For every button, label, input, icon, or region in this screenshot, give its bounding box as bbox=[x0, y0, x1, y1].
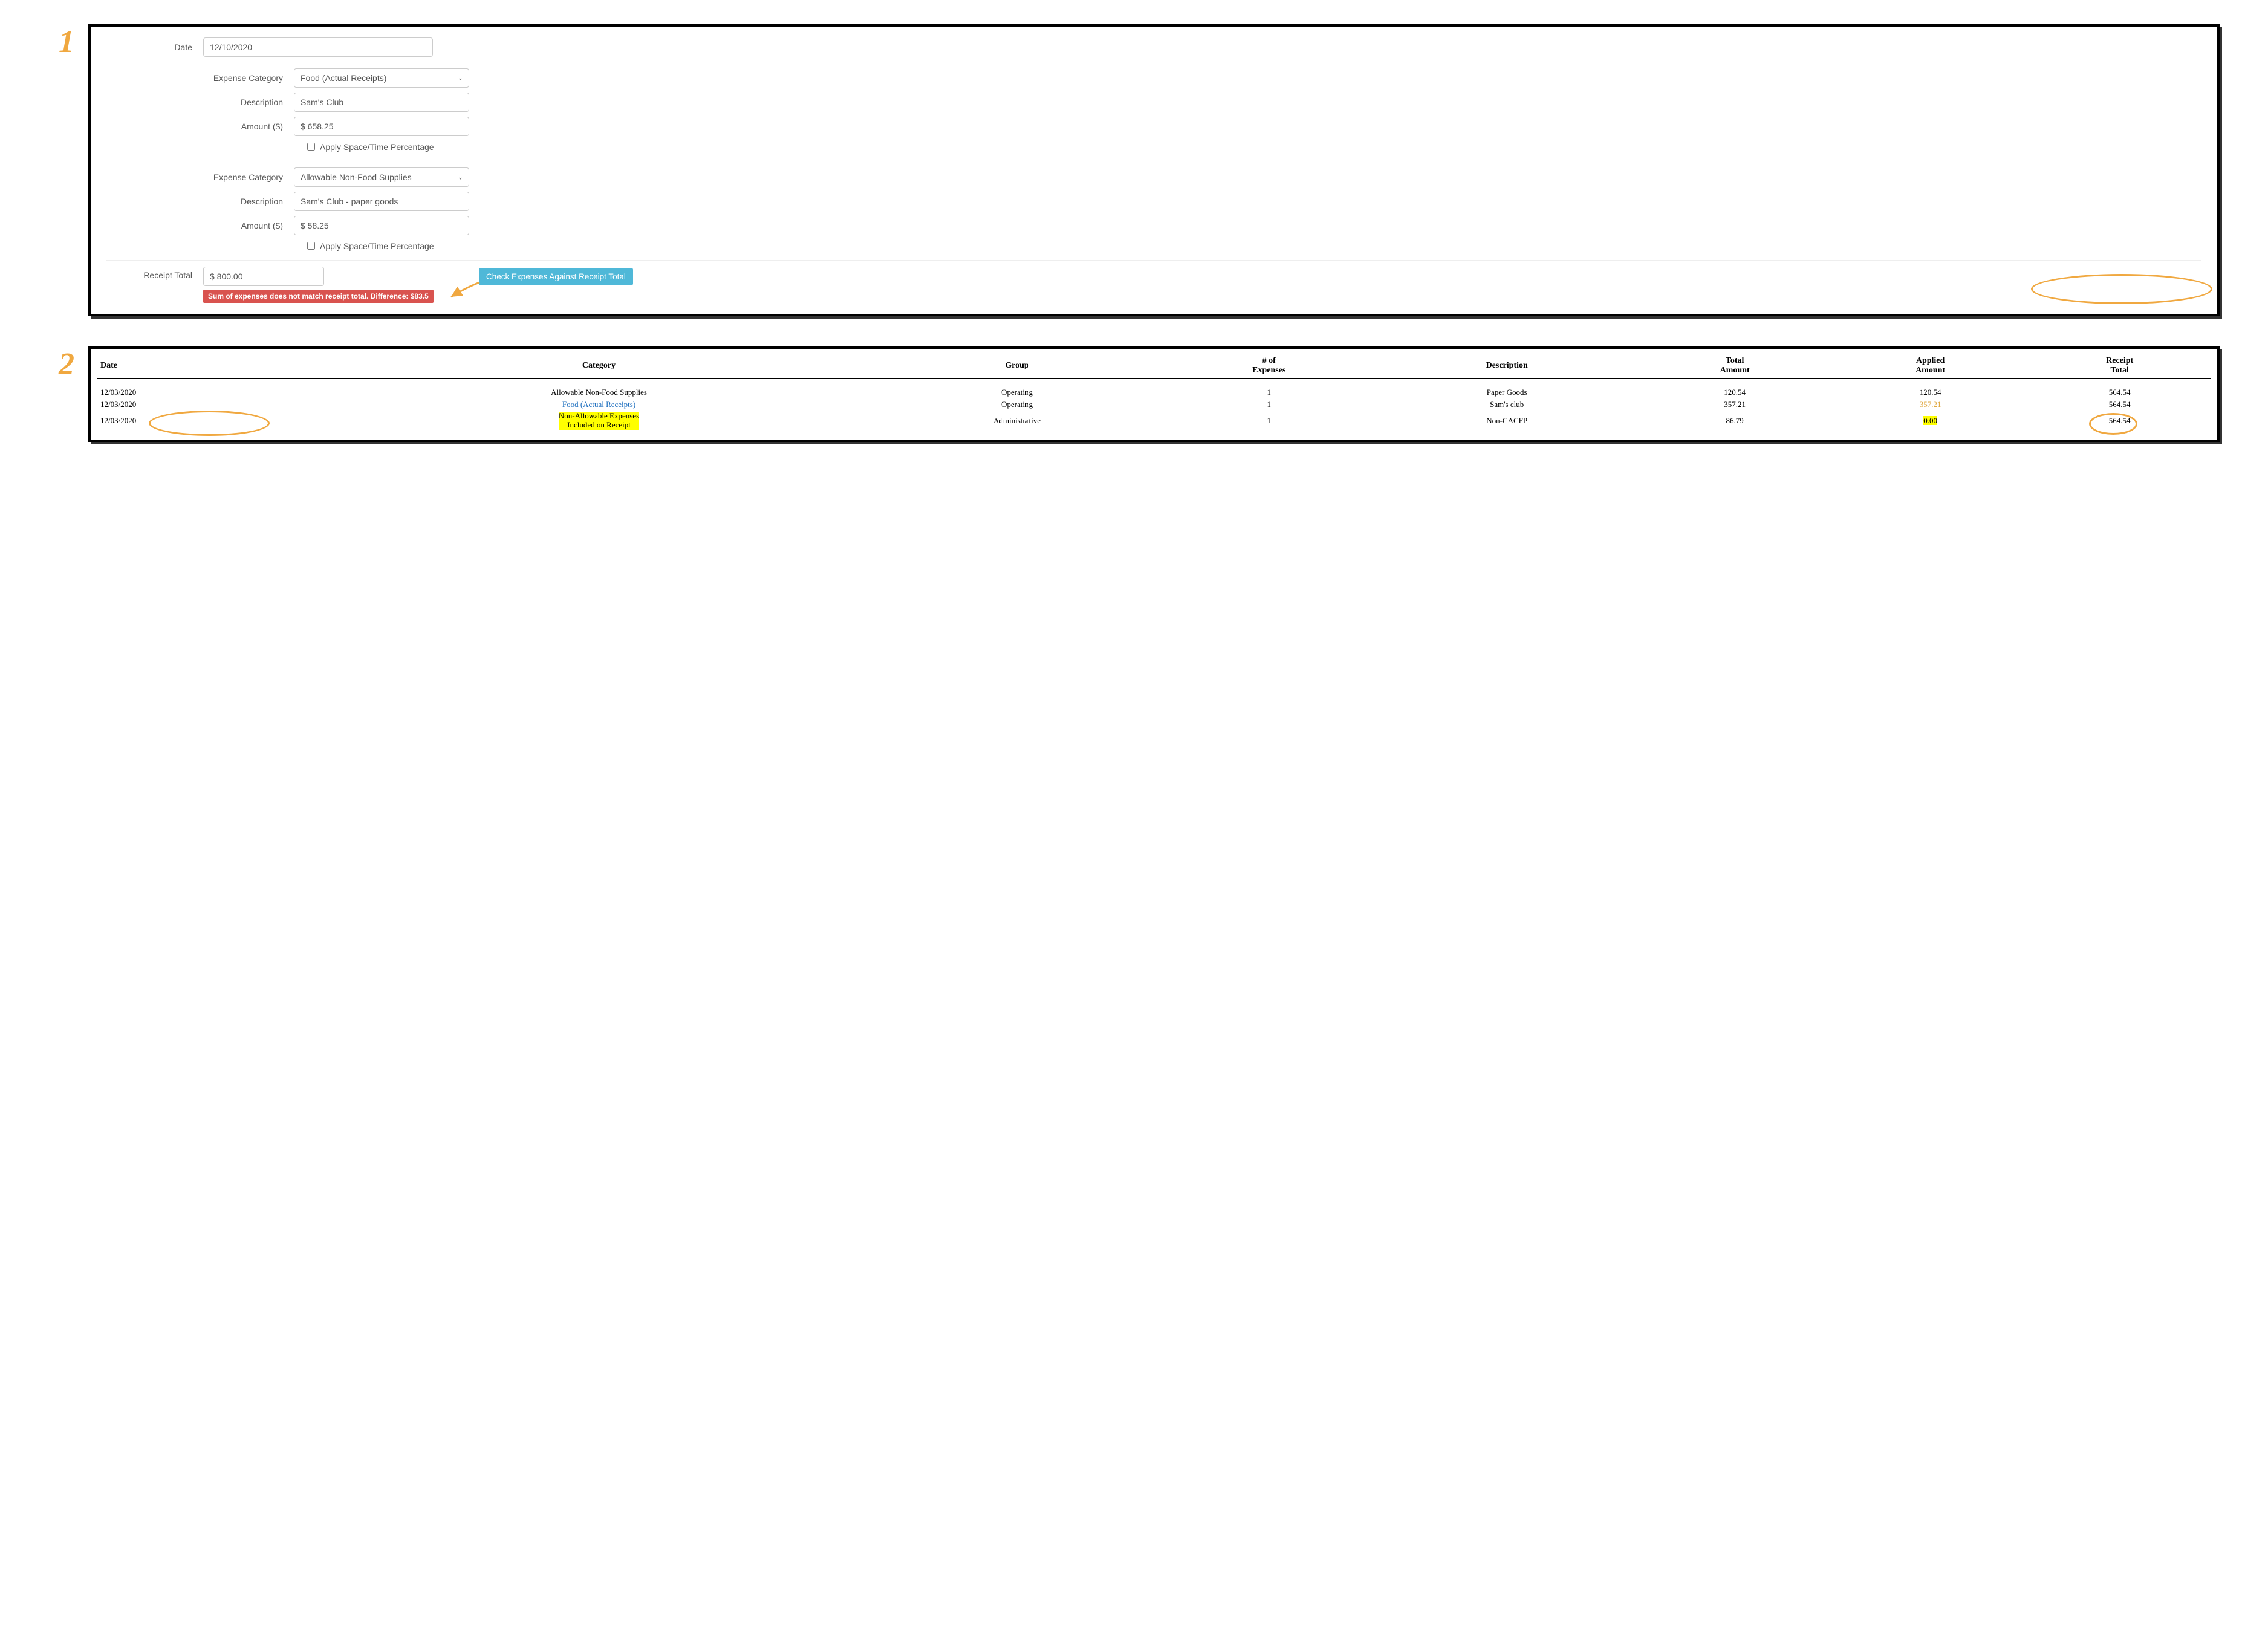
expense-report-panel: Date Category Group # ofExpenses Descrip… bbox=[88, 346, 2220, 442]
apply-st-label: Apply Space/Time Percentage bbox=[320, 142, 434, 152]
col-total-amount: TotalAmount bbox=[1637, 354, 1832, 379]
apply-st-label: Apply Space/Time Percentage bbox=[320, 241, 434, 251]
date-label: Date bbox=[106, 42, 203, 52]
amount-label: Amount ($) bbox=[106, 122, 294, 131]
step-marker-2: 2 bbox=[48, 349, 85, 380]
check-expenses-button[interactable]: Check Expenses Against Receipt Total bbox=[479, 268, 633, 285]
expense1-category-select[interactable]: Food (Actual Receipts) bbox=[294, 68, 469, 88]
receipt-total-label: Receipt Total bbox=[106, 267, 203, 280]
col-receipt-total: ReceiptTotal bbox=[2028, 354, 2211, 379]
table-row: 12/03/2020 Allowable Non-Food Supplies O… bbox=[97, 379, 2211, 398]
error-banner: Sum of expenses does not match receipt t… bbox=[203, 290, 434, 303]
expense2-description-input[interactable] bbox=[294, 192, 469, 211]
date-input[interactable] bbox=[203, 37, 433, 57]
highlight-nonallowable: Non-Allowable ExpensesIncluded on Receip… bbox=[559, 412, 639, 430]
description-label: Description bbox=[106, 97, 294, 107]
col-group: Group bbox=[872, 354, 1161, 379]
expense2-apply-st-checkbox[interactable] bbox=[307, 242, 315, 250]
receipt-total-input[interactable] bbox=[203, 267, 324, 286]
col-category: Category bbox=[325, 354, 873, 379]
expense1-amount-input[interactable] bbox=[294, 117, 469, 136]
expense2-amount-input[interactable] bbox=[294, 216, 469, 235]
step-marker-1: 1 bbox=[48, 27, 85, 58]
amount-label: Amount ($) bbox=[106, 221, 294, 230]
expense-report-table: Date Category Group # ofExpenses Descrip… bbox=[97, 354, 2211, 431]
table-row: 12/03/2020 Food (Actual Receipts) Operat… bbox=[97, 398, 2211, 411]
expense2-category-select[interactable]: Allowable Non-Food Supplies bbox=[294, 167, 469, 187]
expense-category-label: Expense Category bbox=[106, 172, 294, 182]
col-date: Date bbox=[97, 354, 325, 379]
col-description: Description bbox=[1377, 354, 1637, 379]
highlight-zero-applied: 0.00 bbox=[1923, 416, 1937, 425]
expense1-apply-st-checkbox[interactable] bbox=[307, 143, 315, 151]
expense-form-panel: Date Expense Category Food (Actual Recei… bbox=[88, 24, 2220, 316]
col-applied-amount: AppliedAmount bbox=[1833, 354, 2028, 379]
col-num-expenses: # ofExpenses bbox=[1162, 354, 1377, 379]
expense1-description-input[interactable] bbox=[294, 93, 469, 112]
cell-applied-357: 357.21 bbox=[1920, 400, 1941, 409]
description-label: Description bbox=[106, 197, 294, 206]
table-row: 12/03/2020 Non-Allowable ExpensesInclude… bbox=[97, 411, 2211, 431]
expense-category-label: Expense Category bbox=[106, 73, 294, 83]
